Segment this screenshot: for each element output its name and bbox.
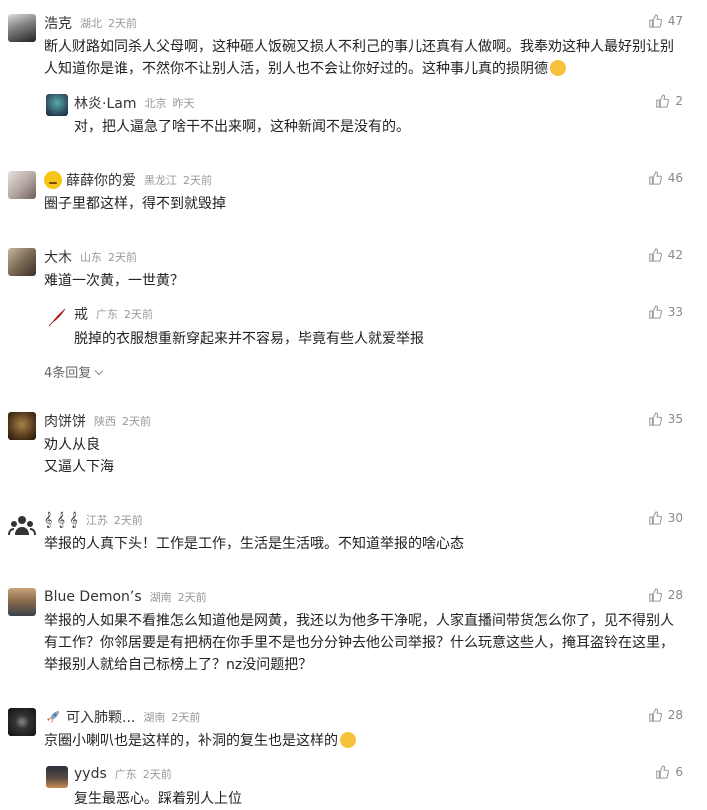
comment-text: 京圈小喇叭也是这样的，补洞的复生也是这样的 — [44, 730, 687, 752]
username[interactable]: Blue Demon’s — [44, 589, 142, 605]
more-replies-link[interactable]: 4条回复 — [44, 362, 104, 381]
thumbs-up-icon — [648, 171, 662, 185]
thumbs-up-icon — [648, 248, 662, 262]
like-button[interactable]: 6 — [655, 765, 683, 779]
avatar[interactable] — [8, 708, 36, 736]
comment-meta: 广东 2天前 — [96, 308, 153, 321]
thumbs-up-icon — [648, 511, 662, 525]
like-count: 28 — [667, 588, 683, 602]
thumbs-up-icon — [648, 412, 662, 426]
comment-text-line2: 又逼人下海 — [44, 459, 114, 475]
username[interactable]: 林炎·Lam — [74, 93, 136, 113]
comment-text: 举报的人如果不看推怎么知道他是网黄，我还以为他多干净呢，人家直播间带货怎么你了，… — [44, 613, 674, 673]
username[interactable]: 薛薛你的爱 — [66, 170, 136, 190]
username[interactable]: 肉饼饼 — [44, 411, 86, 431]
like-button[interactable]: 28 — [648, 708, 683, 722]
like-count: 28 — [667, 708, 683, 722]
avatar[interactable] — [8, 511, 36, 539]
like-count: 30 — [667, 511, 683, 525]
like-count: 47 — [667, 14, 683, 28]
thumbs-up-icon — [656, 94, 670, 108]
like-count: 2 — [675, 94, 683, 108]
avatar[interactable] — [46, 94, 68, 116]
like-button[interactable]: 46 — [648, 171, 683, 185]
username[interactable]: 戒 — [74, 304, 88, 324]
like-button[interactable]: 42 — [648, 248, 683, 262]
group-people-icon — [8, 516, 36, 536]
reply-text: 复生最恶心。踩着别人上位 — [74, 791, 242, 807]
comment-text: 难道一次黄，一世黄？ — [44, 273, 184, 289]
username[interactable]: 浩克 — [44, 13, 72, 33]
thinking-emoji-icon — [44, 171, 62, 189]
laugh-emoji-icon — [550, 60, 566, 76]
thumbs-up-icon — [648, 14, 662, 28]
avatar[interactable] — [8, 588, 36, 616]
like-button[interactable]: 2 — [655, 94, 683, 108]
like-count: 42 — [667, 248, 683, 262]
like-button[interactable]: 33 — [648, 305, 683, 319]
comment-meta: 湖北 2天前 — [80, 17, 137, 30]
username[interactable]: 𝄞 𝄞 𝄞 — [44, 512, 78, 528]
comment-meta: 湖南 2天前 — [143, 711, 201, 724]
comment-meta: 山东 2天前 — [80, 251, 137, 264]
comment-meta: 江苏 2天前 — [85, 514, 143, 527]
thumbs-up-icon — [656, 765, 670, 779]
red-feather-icon — [48, 308, 66, 327]
avatar[interactable] — [8, 248, 36, 276]
like-count: 46 — [667, 171, 683, 185]
comment-meta: 黑龙江 2天前 — [144, 174, 212, 187]
reply-text: 对，把人逼急了啥干不出来啊，这种新闻不是没有的。 — [74, 119, 410, 135]
rocket-icon — [47, 711, 59, 723]
chevron-down-icon — [95, 366, 104, 376]
username[interactable]: 大木 — [44, 247, 72, 267]
comment-meta: 陕西 2天前 — [94, 415, 151, 428]
avatar[interactable] — [8, 171, 36, 199]
comment-text: 劝人从良 — [44, 437, 100, 453]
avatar[interactable] — [8, 14, 36, 42]
comment-text: 断人财路如同杀人父母啊，这种砸人饭碗又损人不利己的事儿还真有人做啊。我奉劝这种人… — [44, 39, 674, 77]
comment-text: 圈子里都这样，得不到就毁掉 — [44, 196, 226, 212]
like-count: 35 — [667, 412, 683, 426]
thumbs-up-icon — [648, 588, 662, 602]
avatar[interactable] — [8, 412, 36, 440]
like-button[interactable]: 35 — [648, 412, 683, 426]
smirk-emoji-icon — [340, 732, 356, 748]
avatar[interactable] — [46, 766, 68, 788]
like-count: 33 — [667, 305, 683, 319]
username[interactable]: yyds — [74, 766, 107, 782]
username[interactable]: 可入肺颗... — [66, 707, 135, 727]
comment-text: 举报的人真下头！工作是工作，生活是生活哦。不知道举报的啥心态 — [44, 536, 464, 552]
comment-list: 浩克 湖北 2天前 47 断人财路如同杀人父母啊，这种砸人饭碗又损人不利己的事儿还… — [0, 0, 707, 810]
like-button[interactable]: 47 — [648, 14, 683, 28]
thumbs-up-icon — [648, 708, 662, 722]
like-count: 6 — [675, 765, 683, 779]
comment-meta: 广东 2天前 — [114, 768, 172, 781]
thumbs-up-icon — [648, 305, 662, 319]
comment-meta: 湖南 2天前 — [149, 591, 207, 604]
comment-meta: 北京 昨天 — [144, 97, 195, 110]
reply-text: 脱掉的衣服想重新穿起来并不容易，毕竟有些人就爱举报 — [74, 331, 424, 347]
like-button[interactable]: 30 — [648, 511, 683, 525]
avatar[interactable] — [46, 306, 68, 328]
like-button[interactable]: 28 — [648, 588, 683, 602]
